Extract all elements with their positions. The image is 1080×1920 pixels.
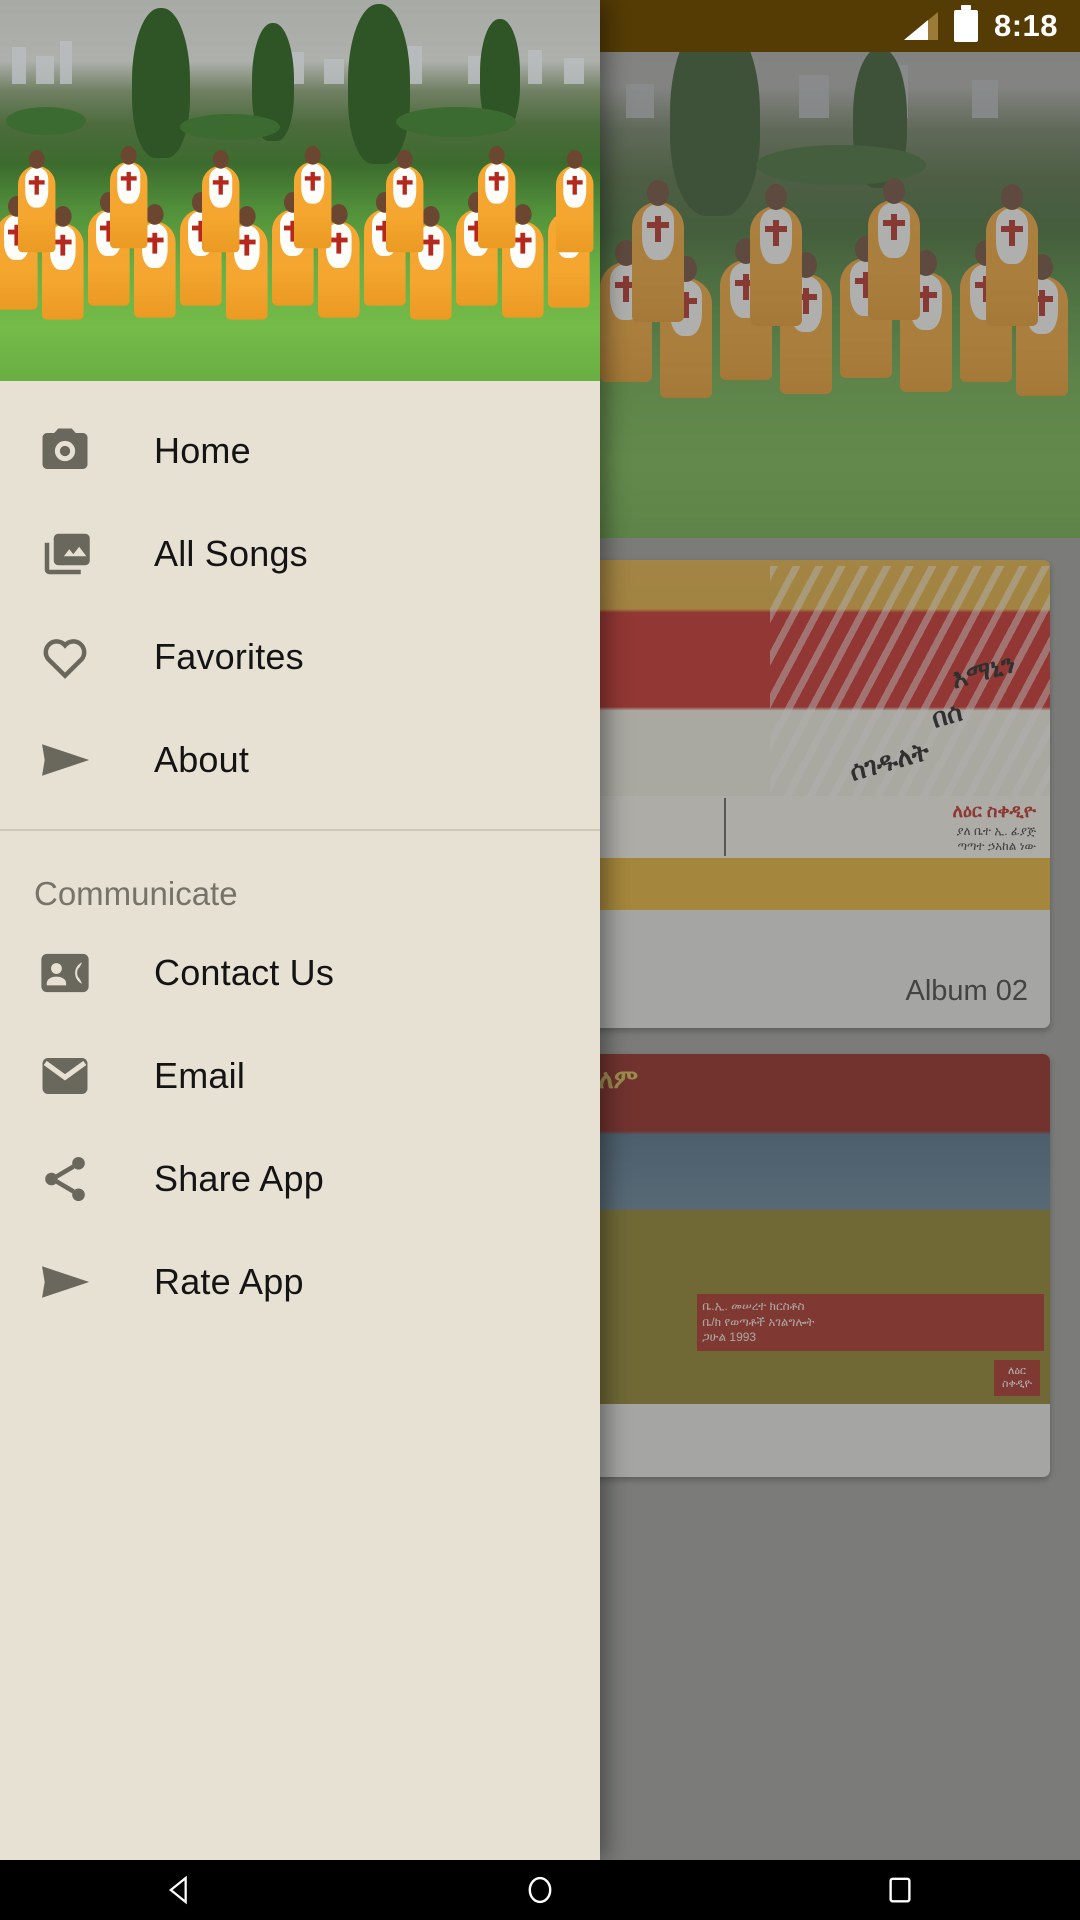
- camera-icon: [34, 420, 96, 482]
- sidebar-item-share-app[interactable]: Share App: [0, 1127, 600, 1230]
- back-triangle-icon[interactable]: [90, 1873, 270, 1907]
- signal-bars-icon: [903, 12, 938, 40]
- sidebar-item-all-songs[interactable]: All Songs: [0, 502, 600, 605]
- navigation-drawer[interactable]: Home All Songs Favorites About Communica…: [0, 0, 600, 1860]
- drawer-header-image: [0, 0, 600, 381]
- sidebar-item-favorites[interactable]: Favorites: [0, 605, 600, 708]
- share-icon: [34, 1148, 96, 1210]
- drawer-menu[interactable]: Home All Songs Favorites About Communica…: [0, 381, 600, 1860]
- battery-full-icon: [953, 5, 978, 42]
- sidebar-item-home[interactable]: Home: [0, 399, 600, 502]
- sidebar-item-rate-app[interactable]: Rate App: [0, 1230, 600, 1333]
- phone-screen: እማኒን በሰ ሰገዱለት ለት ቁ.2-1986 ዓ.ም. ስ ቤተ ክርስቲ…: [0, 0, 1080, 1920]
- sidebar-item-email[interactable]: Email: [0, 1024, 600, 1127]
- system-navigation-bar[interactable]: [0, 1860, 1080, 1920]
- recents-square-icon[interactable]: [810, 1875, 990, 1905]
- status-bar-clock: 8:18: [993, 8, 1058, 43]
- sidebar-item-label: Home: [154, 429, 251, 471]
- sidebar-item-label: All Songs: [154, 532, 308, 574]
- sidebar-item-label: Rate App: [154, 1260, 304, 1302]
- heart-icon: [34, 626, 96, 688]
- sidebar-item-about[interactable]: About: [0, 708, 600, 811]
- sidebar-item-contact-us[interactable]: Contact Us: [0, 921, 600, 1024]
- photo-library-icon: [34, 523, 96, 585]
- sidebar-item-label: Contact Us: [154, 951, 335, 993]
- sidebar-item-label: About: [154, 738, 250, 780]
- send-icon: [34, 729, 96, 791]
- drawer-section-title: Communicate: [34, 875, 238, 912]
- home-circle-icon[interactable]: [450, 1873, 630, 1907]
- sidebar-item-label: Share App: [154, 1157, 324, 1199]
- choir-photo: [0, 0, 600, 381]
- sidebar-item-label: Email: [154, 1054, 246, 1096]
- mail-icon: [34, 1045, 96, 1107]
- sidebar-item-label: Favorites: [154, 635, 304, 677]
- send-icon: [34, 1251, 96, 1313]
- contact-phone-icon: [34, 942, 96, 1004]
- choir-figures: [0, 0, 600, 381]
